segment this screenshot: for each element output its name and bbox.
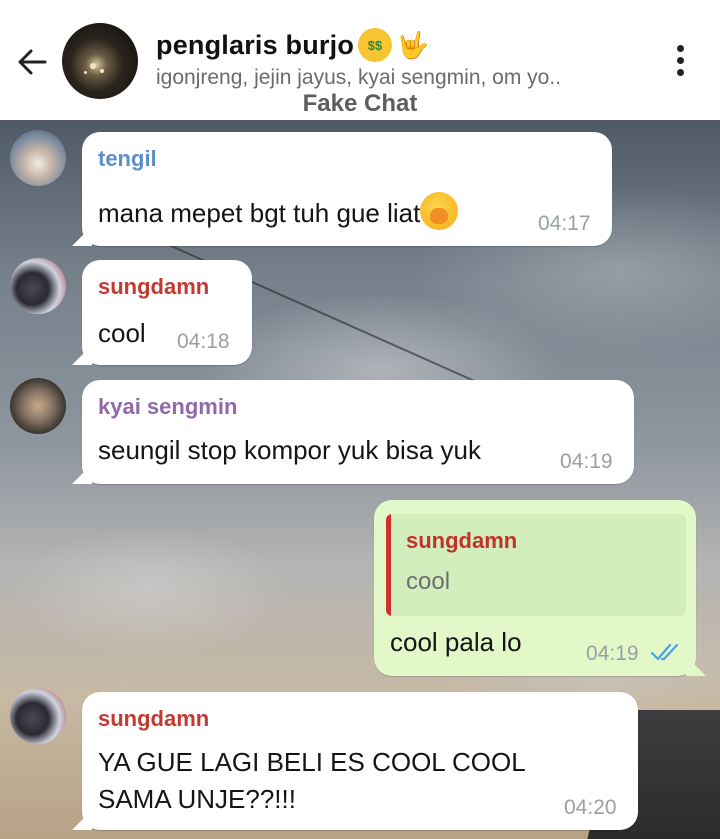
sender-name: kyai sengmin (98, 394, 238, 419)
message-time: 04:17 (538, 212, 591, 235)
message-time: 04:19 (560, 450, 613, 473)
reply-quote[interactable]: sungdamn cool (386, 514, 686, 616)
group-title-row[interactable]: penglaris burjo $$ 🤟 (156, 28, 430, 62)
group-avatar[interactable] (62, 23, 138, 99)
message-time: 04:18 (177, 330, 230, 353)
message-text: cool (98, 318, 146, 348)
group-title: penglaris burjo (156, 29, 355, 60)
message-text: seungil stop kompor yuk bisa yuk (98, 435, 481, 465)
message-text-row: mana mepet bgt tuh gue liat (98, 192, 459, 232)
sender-name: sungdamn (98, 706, 210, 731)
reply-quote-bar (386, 514, 391, 616)
avatar-sungdamn[interactable] (10, 258, 66, 314)
message-bubble[interactable]: kyai sengmin seungil stop kompor yuk bis… (82, 380, 634, 484)
arrow-left-icon (18, 49, 47, 75)
sign-of-the-horns-icon: 🤟 (396, 29, 430, 60)
reply-text: cool (406, 568, 451, 595)
message-text-line: SAMA UNJE??!!! (98, 784, 296, 814)
avatar-sungdamn[interactable] (10, 688, 66, 744)
message-text: mana mepet bgt tuh gue liat (98, 198, 421, 228)
sender-name: tengil (98, 146, 157, 171)
message-text-line: YA GUE LAGI BELI ES COOL COOL (98, 747, 526, 777)
message-text: cool pala lo (390, 627, 522, 657)
message-time: 04:20 (564, 796, 617, 819)
back-button[interactable] (10, 40, 54, 84)
money-mouth-face-icon: $$ (358, 28, 393, 62)
message-bubble[interactable]: sungdamn YA GUE LAGI BELI ES COOL COOL S… (82, 692, 638, 830)
double-check-read-icon (650, 643, 679, 661)
message-bubble[interactable]: sungdamn cool 04:18 (82, 260, 252, 365)
avatar-tengil[interactable] (10, 130, 66, 186)
face-with-hand-over-mouth-icon (420, 192, 459, 230)
reply-sender: sungdamn (406, 528, 518, 553)
message-bubble[interactable]: tengil mana mepet bgt tuh gue liat 04:17 (82, 132, 612, 246)
group-members: igonjreng, jejin jayus, kyai sengmin, om… (156, 66, 562, 89)
chat-header: penglaris burjo $$ 🤟 igonjreng, jejin ja… (0, 0, 720, 120)
more-vertical-icon (676, 44, 684, 52)
message-time: 04:19 (586, 642, 639, 665)
outgoing-message-bubble[interactable]: sungdamn cool cool pala lo 04:19 (374, 500, 696, 676)
sender-name: sungdamn (98, 274, 210, 299)
more-options-button[interactable] (660, 40, 700, 80)
avatar-kyai-sengmin[interactable] (10, 378, 66, 434)
watermark-label: Fake Chat (302, 90, 418, 117)
